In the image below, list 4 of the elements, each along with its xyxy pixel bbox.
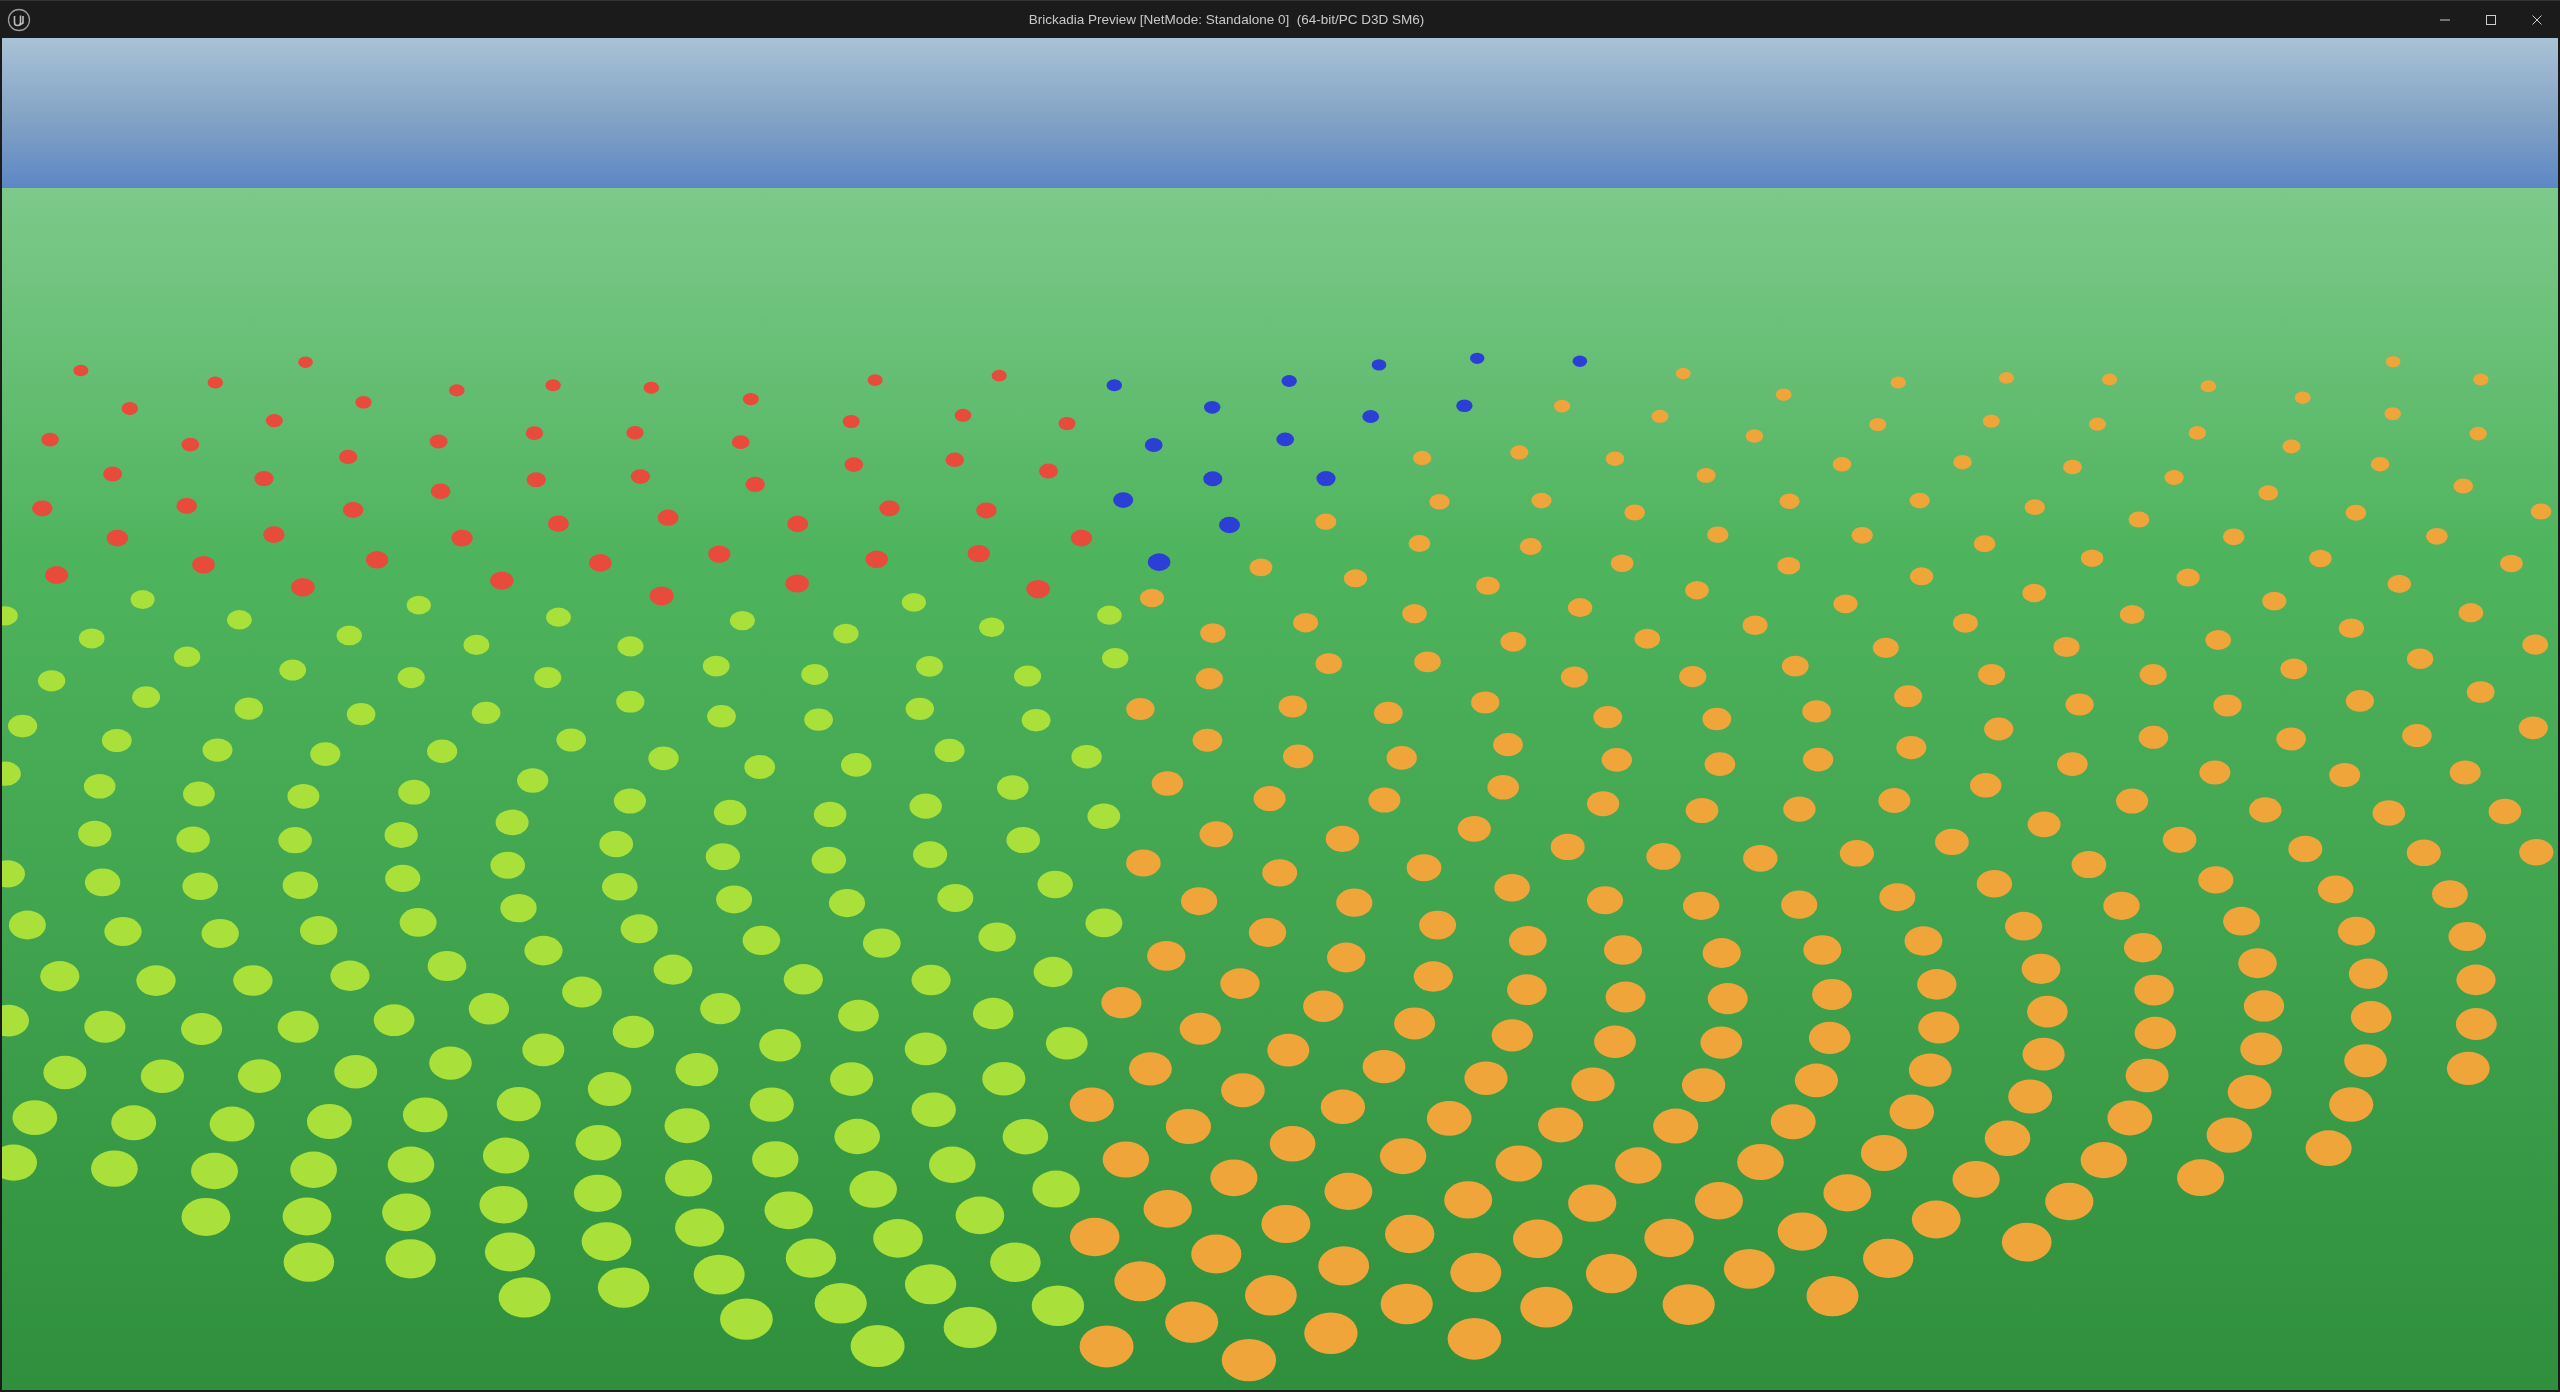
window-title: Brickadia Preview [NetMode: Standalone 0] (64-bit/PC D3D SM6): [1027, 12, 1426, 27]
maximize-icon: [2485, 13, 2497, 26]
close-icon: [2531, 13, 2543, 26]
app-logo-icon: [7, 7, 31, 32]
